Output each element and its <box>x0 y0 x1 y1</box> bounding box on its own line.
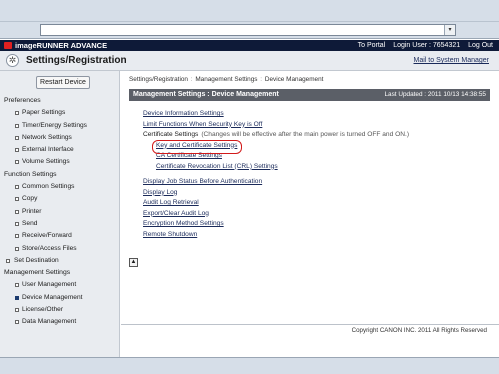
logout-link[interactable]: Log Out <box>468 42 493 49</box>
breadcrumb: Settings/Registration : Management Setti… <box>129 75 323 84</box>
bullet-icon <box>15 246 19 251</box>
bullet-icon <box>15 148 19 153</box>
export-clear-audit-log-link[interactable]: Export/Clear Audit Log <box>143 209 493 220</box>
sidebar-item-data-management[interactable]: Data Management <box>0 316 120 328</box>
last-updated: Last Updated : 2011 10/13 14:38:55 <box>384 91 486 98</box>
sidebar-item-label: Common Settings <box>22 183 75 191</box>
sidebar-item-label: Store/Access Files <box>22 244 77 252</box>
encryption-method-settings-link[interactable]: Encryption Method Settings <box>143 219 493 230</box>
bullet-icon <box>15 221 19 226</box>
sidebar-item-label: Receive/Forward <box>22 232 72 240</box>
sidebar-item-license-other[interactable]: License/Other <box>0 304 120 316</box>
bullet-icon <box>15 283 19 288</box>
breadcrumb-separator: : <box>260 76 263 83</box>
breadcrumb-item[interactable]: Settings/Registration <box>129 76 188 83</box>
sidebar-item-timer-energy[interactable]: Timer/Energy Settings <box>0 120 120 132</box>
remote-shutdown-link[interactable]: Remote Shutdown <box>143 230 493 241</box>
browser-status-bar <box>0 357 499 374</box>
address-field[interactable]: ▾ <box>40 24 456 36</box>
sidebar-item-label: User Management <box>22 281 77 289</box>
sidebar-item-label: Data Management <box>22 318 77 326</box>
sidebar: Restart Device Preferences Paper Setting… <box>0 71 120 357</box>
app-title-bar: imageRUNNER ADVANCE To Portal Login User… <box>0 40 499 51</box>
sidebar-item-label: Timer/Energy Settings <box>22 121 87 129</box>
sidebar-item-label: License/Other <box>22 306 64 314</box>
sidebar-item-copy[interactable]: Copy <box>0 193 120 205</box>
page-header: ✲ Settings/Registration Mail to System M… <box>0 51 499 71</box>
browser-toolbar <box>0 0 499 22</box>
sidebar-item-volume[interactable]: Volume Settings <box>0 156 120 168</box>
audit-log-retrieval-link[interactable]: Audit Log Retrieval <box>143 198 493 209</box>
breadcrumb-separator: : <box>190 76 193 83</box>
certificate-settings-note: (Changes will be effective after the mai… <box>201 131 410 138</box>
section-header: Management Settings : Device Management … <box>129 89 490 101</box>
bullet-active-icon <box>15 295 19 300</box>
sidebar-item-user-management[interactable]: User Management <box>0 279 120 291</box>
sidebar-item-label: Printer <box>22 207 42 215</box>
breadcrumb-item-current: Device Management <box>264 76 324 83</box>
copyright-text: Copyright CANON INC. 2011 All Rights Res… <box>351 327 487 334</box>
sidebar-item-receive-forward[interactable]: Receive/Forward <box>0 230 120 242</box>
sidebar-item-label: Send <box>22 219 38 227</box>
sidebar-item-store-access-files[interactable]: Store/Access Files <box>0 243 120 255</box>
sidebar-item-label: Copy <box>22 195 38 203</box>
bullet-icon <box>15 185 19 190</box>
back-to-top-icon[interactable]: ▲ <box>129 258 138 267</box>
login-user-text: Login User : 7654321 <box>393 42 461 49</box>
sidebar-item-device-management[interactable]: Device Management <box>0 292 120 304</box>
bullet-icon <box>15 123 19 128</box>
product-name: imageRUNNER ADVANCE <box>15 41 108 50</box>
certificate-settings-label: Certificate Settings <box>143 131 199 138</box>
bullet-icon <box>15 234 19 239</box>
bullet-icon <box>6 258 10 263</box>
sidebar-section-function-settings: Function Settings <box>4 170 57 178</box>
footer-divider <box>121 324 499 325</box>
device-information-settings-link[interactable]: Device Information Settings <box>143 109 493 120</box>
sidebar-item-printer[interactable]: Printer <box>0 206 120 218</box>
sidebar-item-set-destination[interactable]: Set Destination <box>0 255 120 267</box>
certificate-settings-row: Certificate Settings (Changes will be eff… <box>143 130 493 141</box>
sidebar-menu: Preferences Paper Settings Timer/Energy … <box>0 95 120 329</box>
sidebar-section-preferences: Preferences <box>4 97 41 104</box>
section-title: Management Settings : Device Management <box>133 91 279 98</box>
settings-links: Device Information Settings Limit Functi… <box>143 109 493 240</box>
display-log-link[interactable]: Display Log <box>143 188 493 199</box>
display-job-status-link[interactable]: Display Job Status Before Authentication <box>143 177 493 188</box>
sidebar-item-label: External Interface <box>22 146 74 154</box>
sidebar-item-network[interactable]: Network Settings <box>0 132 120 144</box>
to-portal-link[interactable]: To Portal <box>358 42 386 49</box>
bullet-icon <box>15 308 19 313</box>
restart-device-button[interactable]: Restart Device <box>36 76 90 89</box>
bullet-icon <box>15 160 19 165</box>
bullet-icon <box>15 111 19 116</box>
limit-functions-link[interactable]: Limit Functions When Security Key is Off <box>143 120 493 131</box>
sidebar-item-common-settings[interactable]: Common Settings <box>0 181 120 193</box>
settings-gear-icon: ✲ <box>6 54 19 67</box>
sidebar-item-paper-settings[interactable]: Paper Settings <box>0 107 120 119</box>
sidebar-item-label: Set Destination <box>14 256 59 264</box>
sidebar-item-label: Device Management <box>22 293 83 301</box>
app-bar-right: To Portal Login User : 7654321 Log Out <box>352 41 493 50</box>
page-title: Settings/Registration <box>26 55 127 66</box>
key-and-certificate-settings-link[interactable]: Key and Certificate Settings <box>143 139 493 153</box>
address-dropdown-icon[interactable]: ▾ <box>444 25 455 35</box>
crl-settings-link[interactable]: Certificate Revocation List (CRL) Settin… <box>143 162 493 173</box>
sidebar-item-external-interface[interactable]: External Interface <box>0 144 120 156</box>
breadcrumb-item[interactable]: Management Settings <box>195 76 257 83</box>
sidebar-section-management-settings: Management Settings <box>4 269 71 277</box>
sidebar-item-label: Paper Settings <box>22 109 66 117</box>
bullet-icon <box>15 197 19 202</box>
mail-to-system-manager-link[interactable]: Mail to System Manager <box>414 56 489 65</box>
main-content: Settings/Registration : Management Setti… <box>121 71 499 357</box>
bullet-icon <box>15 209 19 214</box>
sidebar-item-label: Volume Settings <box>22 158 70 166</box>
bullet-icon <box>15 135 19 140</box>
sidebar-item-label: Network Settings <box>22 133 72 141</box>
bullet-icon <box>15 320 19 325</box>
sidebar-item-send[interactable]: Send <box>0 218 120 230</box>
canon-logo-icon <box>4 42 12 49</box>
